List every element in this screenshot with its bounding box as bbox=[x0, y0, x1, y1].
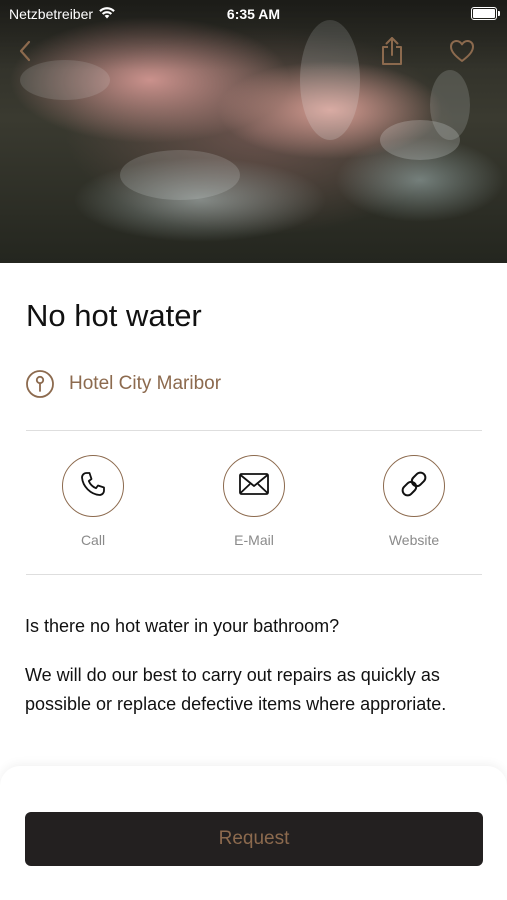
website-circle[interactable] bbox=[383, 455, 445, 517]
email-label: E-Mail bbox=[234, 532, 274, 548]
favorite-button[interactable] bbox=[445, 36, 479, 70]
page-title: No hot water bbox=[26, 298, 202, 333]
phone-icon bbox=[78, 469, 108, 504]
location-row[interactable]: Hotel City Maribor bbox=[25, 369, 221, 399]
envelope-icon bbox=[238, 471, 270, 502]
location-label: Hotel City Maribor bbox=[69, 373, 222, 394]
share-button[interactable] bbox=[375, 36, 409, 70]
divider bbox=[26, 574, 482, 575]
back-button[interactable] bbox=[8, 36, 42, 70]
call-circle[interactable] bbox=[62, 455, 124, 517]
clock: 6:35 AM bbox=[226, 6, 281, 22]
battery-icon bbox=[471, 7, 500, 20]
chevron-left-icon bbox=[18, 40, 32, 67]
email-button[interactable]: E-Mail bbox=[194, 455, 314, 548]
heart-icon bbox=[449, 39, 475, 68]
website-label: Website bbox=[388, 532, 440, 548]
status-bar: Netzbetreiber 6:35 AM bbox=[0, 0, 507, 28]
keyhole-pin-icon bbox=[25, 369, 55, 399]
description-body: We will do our best to carry out repairs… bbox=[25, 665, 447, 714]
bottom-sheet: Request bbox=[0, 766, 507, 900]
request-button[interactable]: Request bbox=[25, 812, 483, 866]
divider bbox=[26, 430, 482, 431]
call-button[interactable]: Call bbox=[33, 455, 153, 548]
link-icon bbox=[398, 468, 430, 505]
call-label: Call bbox=[80, 532, 106, 548]
website-button[interactable]: Website bbox=[354, 455, 474, 548]
share-icon bbox=[379, 36, 405, 71]
email-circle[interactable] bbox=[223, 455, 285, 517]
hero-image bbox=[0, 0, 507, 263]
description-question: Is there no hot water in your bathroom? bbox=[25, 616, 340, 636]
